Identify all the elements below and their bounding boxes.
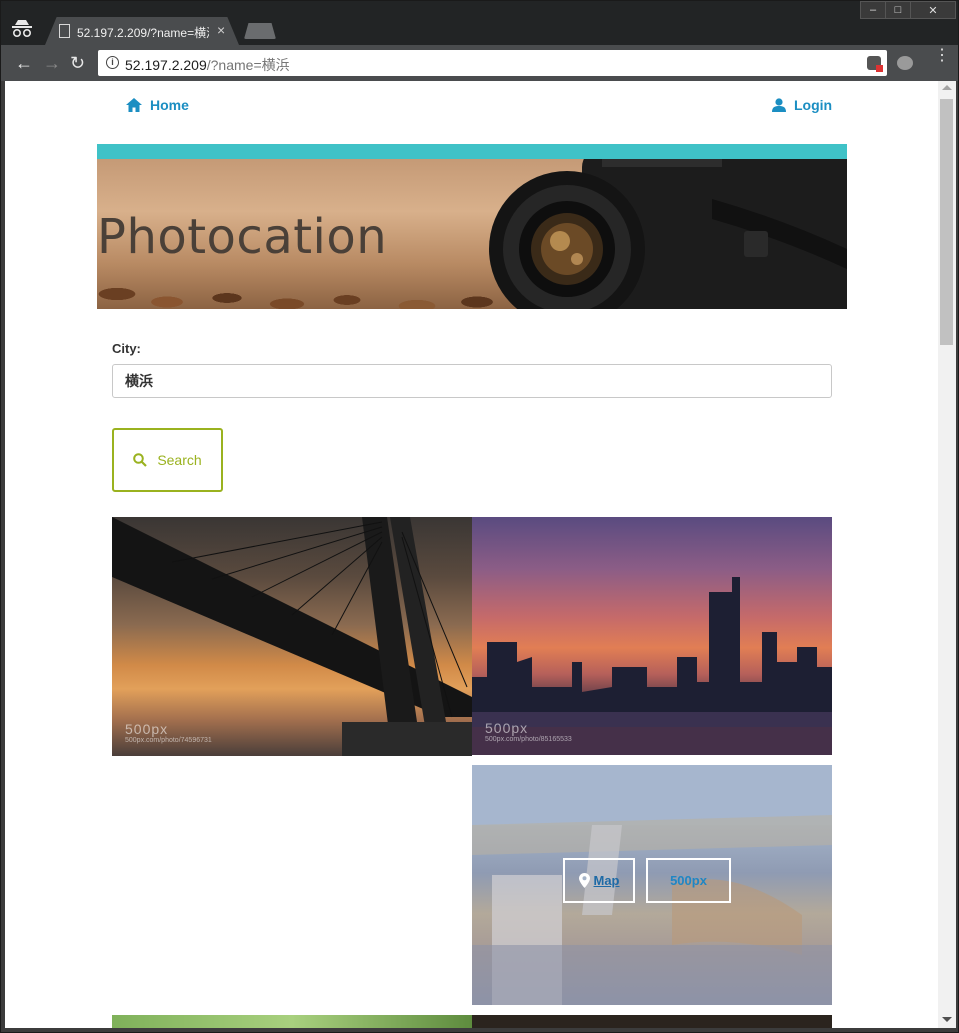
browser-window: 52.197.2.209/?name=横浜 × – □ ✕ ← → ↻ i 52… (0, 0, 959, 1033)
photo-watermark: 500px 500px.com/photo/85165533 (485, 720, 572, 743)
watermark-url: 500px.com/photo/85165533 (485, 736, 572, 743)
reload-button[interactable]: ↻ (70, 53, 85, 73)
watermark-logo: 500px (485, 720, 529, 736)
hero-title: Photocation (97, 209, 388, 265)
tab-active[interactable]: 52.197.2.209/?name=横浜 × (45, 17, 239, 45)
hero-accent-bar (97, 144, 847, 159)
watermark-url: 500px.com/photo/74596731 (125, 737, 212, 744)
address-text[interactable]: 52.197.2.209/?name=横浜 (125, 55, 290, 75)
login-label: Login (794, 97, 833, 113)
photo-bridge[interactable]: 500px 500px.com/photo/74596731 (112, 517, 472, 756)
close-window-button[interactable]: ✕ (910, 1, 956, 19)
scroll-down-arrow-icon[interactable] (942, 1017, 952, 1022)
user-icon (772, 98, 786, 112)
tab-close-icon[interactable]: × (217, 22, 225, 38)
url-host: 52.197.2.209 (125, 57, 207, 73)
map-label: Map (593, 873, 620, 888)
scroll-up-arrow-icon[interactable] (942, 85, 952, 90)
minimize-button[interactable]: – (860, 1, 886, 19)
watermark-logo: 500px (125, 721, 169, 737)
photo-aerial-night[interactable]: Map 500px (472, 765, 832, 1005)
incognito-icon (12, 20, 32, 38)
search-button[interactable]: Search (112, 428, 223, 492)
address-bar[interactable]: i 52.197.2.209/?name=横浜 (98, 50, 887, 76)
extension-icon[interactable] (897, 56, 913, 70)
back-button[interactable]: ← (15, 53, 33, 73)
photo-green[interactable] (112, 1015, 472, 1028)
info-icon[interactable]: i (106, 56, 119, 69)
camera-image (489, 159, 847, 309)
photo-watermark: 500px 500px.com/photo/74596731 (125, 721, 212, 744)
city-label: City: (112, 341, 141, 356)
photo-dark[interactable] (472, 1015, 832, 1028)
home-icon (126, 98, 142, 112)
page-scrollbar[interactable] (938, 81, 956, 1028)
city-input[interactable] (112, 364, 832, 398)
window-controls: – □ ✕ (860, 1, 956, 19)
home-label: Home (150, 97, 189, 113)
browser-menu-button[interactable]: ⋮ (934, 48, 950, 64)
maximize-button[interactable]: □ (885, 1, 911, 19)
page-icon (59, 24, 70, 38)
500px-label: 500px (670, 873, 707, 888)
forward-button[interactable]: → (43, 53, 61, 73)
home-link[interactable]: Home (126, 97, 189, 113)
url-path: /?name=横浜 (206, 57, 290, 73)
search-label: Search (157, 452, 202, 468)
new-tab-button[interactable] (244, 23, 276, 39)
login-link[interactable]: Login (772, 97, 832, 113)
scrollbar-thumb[interactable] (940, 99, 953, 345)
hero-banner: Photocation (97, 159, 847, 309)
search-icon (133, 453, 148, 467)
photo-skyline[interactable]: 500px 500px.com/photo/85165533 (472, 517, 832, 755)
500px-button[interactable]: 500px (646, 858, 731, 903)
map-pin-icon (578, 873, 590, 888)
page-viewport: Home Login Photocation City: 横浜 Search 5… (5, 81, 938, 1028)
tab-title: 52.197.2.209/?name=横浜 (77, 26, 209, 40)
tab-strip: 52.197.2.209/?name=横浜 × – □ ✕ (1, 1, 958, 45)
browser-toolbar: ← → ↻ i 52.197.2.209/?name=横浜 ⋮ (1, 45, 958, 81)
blocked-content-icon[interactable] (867, 56, 883, 72)
map-button[interactable]: Map (563, 858, 635, 903)
